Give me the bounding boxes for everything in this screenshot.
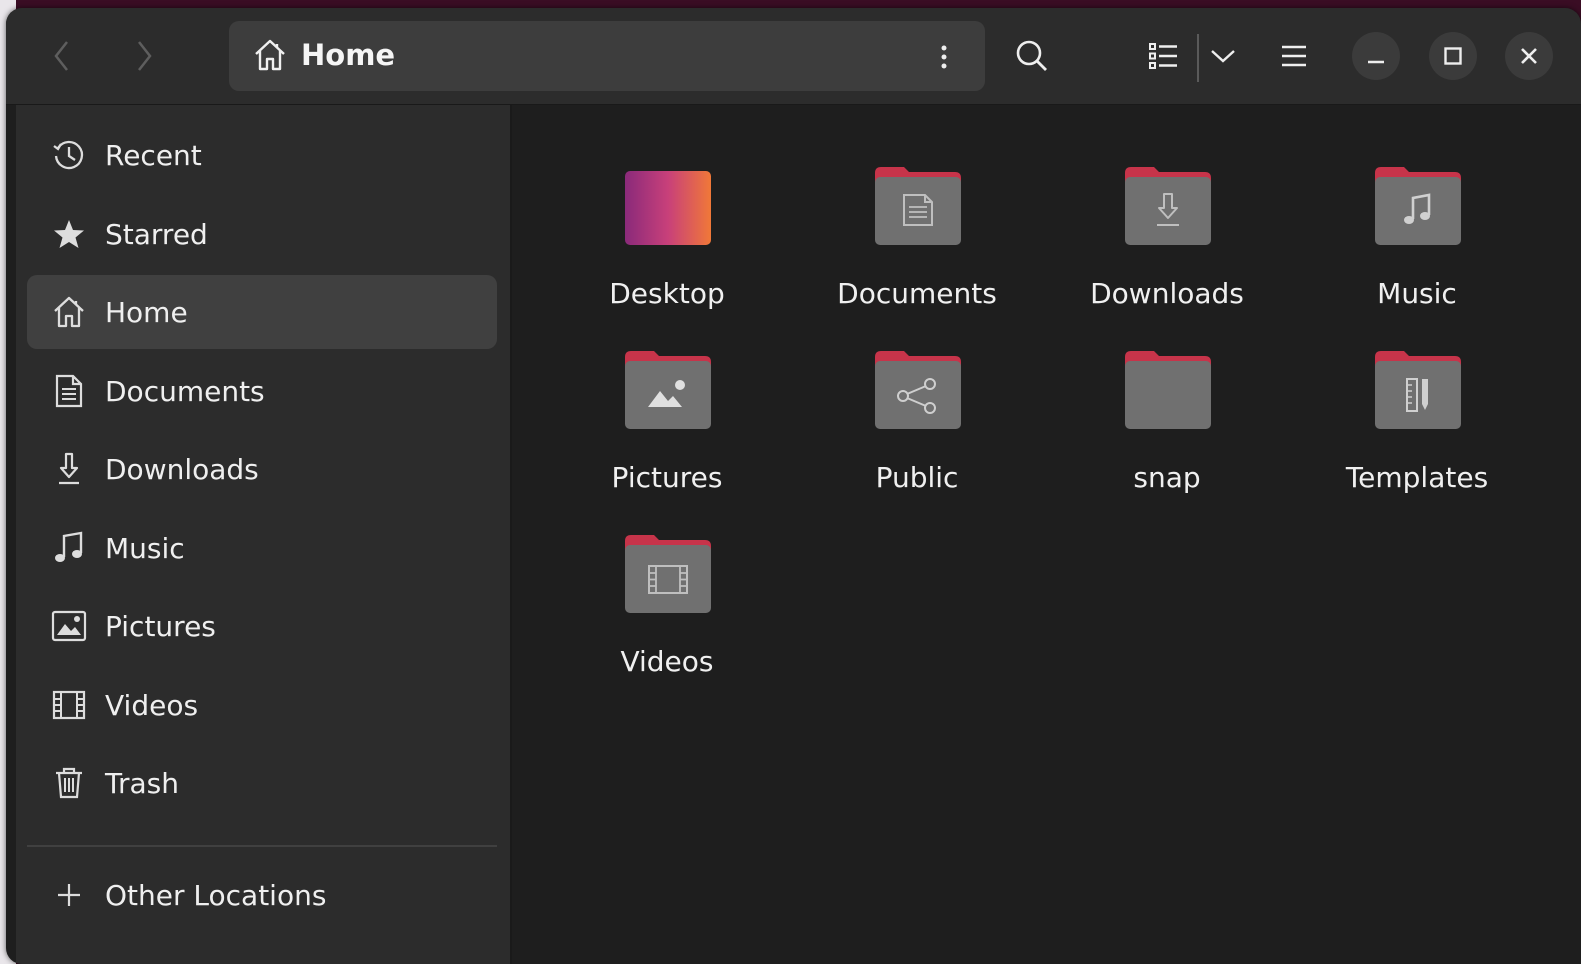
path-menu-button[interactable] [929,41,959,73]
sidebar-item-downloads[interactable]: Downloads [27,432,497,506]
file-tile-desktop[interactable]: Desktop [552,165,782,335]
file-tile-videos[interactable]: Videos [552,533,782,703]
file-tile-music[interactable]: Music [1302,165,1532,335]
film-icon [49,685,89,725]
sidebar: Recent Starred Home Documents Downloads [16,105,512,964]
location-title: Home [301,38,396,72]
vertical-dots-icon [941,45,947,69]
chevron-down-icon [1211,50,1235,63]
folder-icon [1125,351,1211,429]
file-name: Templates [1345,461,1489,494]
file-name: Desktop [609,277,725,310]
music-note-icon [49,528,89,568]
clock-history-icon [49,135,89,175]
close-button[interactable] [1505,32,1553,80]
sidebar-item-recent[interactable]: Recent [27,118,497,192]
file-tile-pictures[interactable]: Pictures [552,349,782,519]
sidebar-item-label: Documents [105,374,265,408]
chevron-right-icon [138,41,152,71]
chevron-left-icon [54,41,68,71]
templates-folder-icon [1375,351,1461,429]
sidebar-item-music[interactable]: Music [27,511,497,585]
file-grid: Desktop Documents Downloads Music Pictur… [512,105,1581,964]
document-icon [49,371,89,411]
sidebar-item-label: Trash [105,766,179,800]
sidebar-item-documents[interactable]: Documents [27,354,497,428]
file-name: Public [875,461,959,494]
file-tile-documents[interactable]: Documents [802,165,1032,335]
minimize-button[interactable] [1352,32,1400,80]
search-button[interactable] [1004,28,1060,84]
public-folder-icon [875,351,961,429]
file-name: Documents [837,277,997,310]
file-tile-public[interactable]: Public [802,349,1032,519]
sidebar-item-videos[interactable]: Videos [27,668,497,742]
maximize-button[interactable] [1429,32,1477,80]
documents-folder-icon [875,167,961,245]
sidebar-divider [27,845,497,847]
star-icon [49,214,89,254]
close-icon [1521,48,1537,64]
header-bar: Home [6,8,1581,105]
music-folder-icon [1375,167,1461,245]
sidebar-item-label: Starred [105,217,208,251]
videos-folder-icon [625,535,711,613]
sidebar-item-label: Home [105,295,188,329]
trash-icon [49,763,89,803]
sidebar-item-label: Pictures [105,609,216,643]
download-icon [49,449,89,489]
file-name: Videos [620,645,714,678]
picture-icon [49,606,89,646]
file-tile-snap[interactable]: snap [1052,349,1282,519]
file-manager-window: Home Recent Starred Home Documents Downl… [6,8,1581,964]
sidebar-item-label: Videos [105,688,199,722]
view-options-button[interactable] [1195,28,1251,84]
file-name: Downloads [1090,277,1244,310]
file-tile-templates[interactable]: Templates [1302,349,1532,519]
minimize-icon [1368,60,1384,64]
desktop-folder-icon [625,171,711,245]
sidebar-item-starred[interactable]: Starred [27,197,497,271]
sidebar-item-other-locations[interactable]: Other Locations [27,858,497,932]
sidebar-item-label: Other Locations [105,878,327,912]
file-name: Pictures [611,461,723,494]
hamburger-icon [1282,45,1306,67]
sidebar-item-trash[interactable]: Trash [27,746,497,820]
pictures-folder-icon [625,351,711,429]
main-menu-button[interactable] [1266,28,1322,84]
path-bar[interactable]: Home [229,21,985,91]
forward-button[interactable] [116,30,172,82]
maximize-icon [1444,47,1462,65]
sidebar-item-label: Downloads [105,452,259,486]
plus-icon [49,875,89,915]
sidebar-item-label: Recent [105,138,202,172]
sidebar-item-home[interactable]: Home [27,275,497,349]
home-icon [49,292,89,332]
search-icon [1016,40,1047,71]
downloads-folder-icon [1125,167,1211,245]
home-icon [253,38,287,76]
file-name: snap [1133,461,1201,494]
view-toggle-button[interactable] [1136,28,1192,84]
list-view-icon [1149,43,1177,69]
file-name: Music [1377,277,1457,310]
sidebar-item-label: Music [105,531,185,565]
sidebar-item-pictures[interactable]: Pictures [27,589,497,663]
file-tile-downloads[interactable]: Downloads [1052,165,1282,335]
back-button[interactable] [34,30,90,82]
